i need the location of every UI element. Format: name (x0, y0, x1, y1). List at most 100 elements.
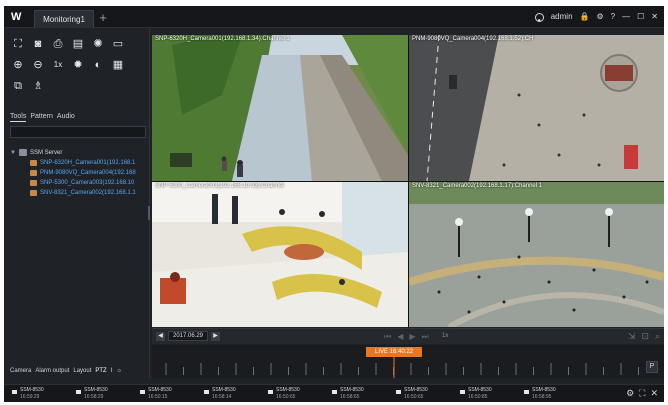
zoom-in-icon[interactable]: ⊕ (10, 58, 26, 72)
playback-speed[interactable]: 1x (442, 333, 448, 339)
status-indicator-icon (204, 390, 209, 394)
printer-icon[interactable]: ⎙ (50, 37, 66, 51)
tree-item-camera[interactable]: SNP-6320H_Camera001(192.168.1 (30, 158, 148, 168)
settings-icon[interactable]: ⚙ (626, 388, 634, 399)
timeline-end-button[interactable]: P (646, 361, 658, 373)
add-tab-button[interactable]: + (96, 11, 110, 25)
video-tile-3[interactable]: SNP-5300_Camera003(192.168.10.93):Channe… (152, 182, 408, 327)
maximize-icon[interactable]: ☐ (637, 10, 644, 24)
video-tile-2[interactable]: PNM-9080VQ_Camera004(192.168.1.52):CH (409, 35, 664, 181)
tab-info[interactable]: I (111, 368, 113, 374)
tool-row-3: ⧉ ♗ (10, 79, 144, 93)
fullscreen-icon[interactable]: ⛶ (639, 388, 645, 399)
tab-ptz[interactable]: PTZ (95, 368, 106, 374)
tree-icon[interactable]: ♗ (30, 79, 46, 93)
copy-icon[interactable]: ⧉ (10, 79, 26, 93)
gear-icon[interactable]: ⚙ (597, 10, 604, 24)
device-search-input[interactable] (10, 126, 146, 138)
video-tile-4[interactable]: SNV-8321_Camera002(192.168.1.17):Channel… (409, 182, 664, 327)
layout-grid-icon[interactable]: ▦ (110, 58, 126, 72)
tool-row-1: ⛶ ◙ ⎙ ▤ ✺ ▭ (10, 37, 144, 51)
status-device-name: SSM-8530 (404, 387, 428, 393)
contrast-icon[interactable]: ◐ (90, 58, 106, 72)
snapshot-icon[interactable]: ⊡ (641, 331, 649, 342)
tree-root[interactable]: ▼ SSM Server (10, 147, 148, 158)
camera-icon (30, 180, 37, 186)
close-icon[interactable]: ✕ (650, 388, 658, 399)
bottom-tabs: Camera Alarm output Layout PTZ I ☼ (10, 368, 122, 374)
status-cell[interactable]: SSM-8530 16:58:14 (200, 387, 258, 401)
status-indicator-icon (268, 390, 273, 394)
record-icon[interactable]: ▤ (70, 37, 86, 51)
playback-tools: ⇲ ⊡ ⌕ (628, 331, 660, 342)
tab-camera[interactable]: Camera (10, 368, 31, 374)
tree-item-label: SNP-5300_Camera003(192.168.10 (40, 180, 135, 186)
video-tile-label: SNP-5300_Camera003(192.168.10.93):Channe… (155, 183, 284, 189)
tab-alarm-output[interactable]: Alarm output (35, 368, 69, 374)
title-bar-controls: ● admin 🔒 ⚙ ? — ☐ ✕ (534, 10, 658, 24)
status-indicator-icon (396, 390, 401, 394)
status-cell[interactable]: SSM-8530 16:50:65 (392, 387, 450, 401)
tab-pattern[interactable]: Pattern (30, 113, 53, 122)
status-cell[interactable]: SSM-8530 16:58:95 (520, 387, 578, 401)
reverse-play-icon[interactable]: ◀ (397, 332, 403, 342)
status-cell[interactable]: SSM-8530 16:50:85 (456, 387, 514, 401)
export-icon[interactable]: ⇲ (628, 331, 636, 342)
search-icon[interactable]: ⌕ (655, 331, 660, 342)
tree-item-label: SNP-6320H_Camera001(192.168.1 (40, 160, 136, 166)
live-time-badge[interactable]: LIVE 16:40:22 (366, 347, 422, 357)
status-cell[interactable]: SSM-8530 16:59:29 (8, 387, 66, 401)
status-cell[interactable]: SSM-8530 16:58:65 (328, 387, 386, 401)
status-time: 16:58:14 (212, 394, 232, 400)
status-indicator-icon (76, 390, 81, 394)
status-time: 16:50:65 (404, 394, 424, 400)
skip-back-icon[interactable]: ⏮ (384, 332, 391, 342)
alarm-icon[interactable]: ✺ (90, 37, 106, 51)
tab-audio[interactable]: Audio (57, 113, 75, 122)
monitor-icon[interactable]: ▭ (110, 37, 126, 51)
status-cell[interactable]: SSM-8530 16:50:65 (264, 387, 322, 401)
minimize-icon[interactable]: — (622, 10, 630, 24)
status-time: 16:50:85 (468, 394, 488, 400)
lock-icon[interactable]: 🔒 (580, 10, 590, 24)
ratio-1x-icon[interactable]: 1x (50, 58, 66, 72)
tab-monitoring[interactable]: Monitoring1 (34, 10, 94, 28)
status-device-name: SSM-8530 (276, 387, 300, 393)
tool-grid: ⛶ ◙ ⎙ ▤ ✺ ▭ ⊕ ⊖ 1x ✹ ◐ ▦ ⧉ ♗ (10, 37, 144, 100)
status-cell[interactable]: SSM-8530 16:58:29 (72, 387, 130, 401)
tree-item-camera[interactable]: SNP-5300_Camera003(192.168.10 (30, 178, 148, 188)
camera-icon (30, 170, 37, 176)
status-indicator-icon (524, 390, 529, 394)
date-field[interactable]: 2017.06.29 (168, 331, 208, 341)
tree-item-camera[interactable]: PNM-9080VQ_Camera004(192.168 (30, 168, 148, 178)
settings-icon[interactable]: ☼ (116, 368, 122, 374)
help-icon[interactable]: ? (611, 10, 615, 24)
camera-icon[interactable]: ◙ (30, 37, 46, 51)
play-icon[interactable]: ▶ (409, 332, 415, 342)
tree-item-camera[interactable]: SNV-8321_Camera002(192.168.1.1 (30, 188, 148, 198)
status-cell[interactable]: SSM-8530 16:50:15 (136, 387, 194, 401)
zoom-out-icon[interactable]: ⊖ (30, 58, 46, 72)
status-time: 16:58:29 (84, 394, 104, 400)
fullscreen-icon[interactable]: ⛶ (10, 37, 26, 51)
panel-resize-handle[interactable] (148, 206, 150, 220)
playback-bar: ◀ 2017.06.29 ▶ ⏮ ◀ ▶ ⏭ 1x ⇲ ⊡ ⌕ (152, 328, 664, 344)
video-tile-label: SNP-6320H_Camera001(192.168.1.34):Channe… (155, 36, 290, 42)
brightness-icon[interactable]: ✹ (70, 58, 86, 72)
previous-day-button[interactable]: ◀ (156, 331, 165, 341)
user-name[interactable]: admin (551, 10, 573, 24)
skip-forward-icon[interactable]: ⏭ (422, 332, 429, 342)
video-tile-1[interactable]: SNP-6320H_Camera001(192.168.1.34):Channe… (152, 35, 408, 181)
caret-down-icon[interactable]: ▼ (10, 150, 16, 156)
tab-tools[interactable]: Tools (10, 113, 27, 122)
tab-layout[interactable]: Layout (73, 368, 91, 374)
next-day-button[interactable]: ▶ (211, 331, 220, 341)
camera-icon (30, 160, 37, 166)
camera-icon (30, 190, 37, 196)
status-time: 16:58:65 (340, 394, 360, 400)
timeline[interactable]: LIVE 16:40:22 P (152, 345, 664, 378)
close-icon[interactable]: ✕ (651, 10, 658, 24)
transport-controls: ⏮ ◀ ▶ ⏭ (384, 332, 429, 342)
date-selector: ◀ 2017.06.29 ▶ (156, 331, 220, 341)
status-time: 16:58:95 (532, 394, 552, 400)
